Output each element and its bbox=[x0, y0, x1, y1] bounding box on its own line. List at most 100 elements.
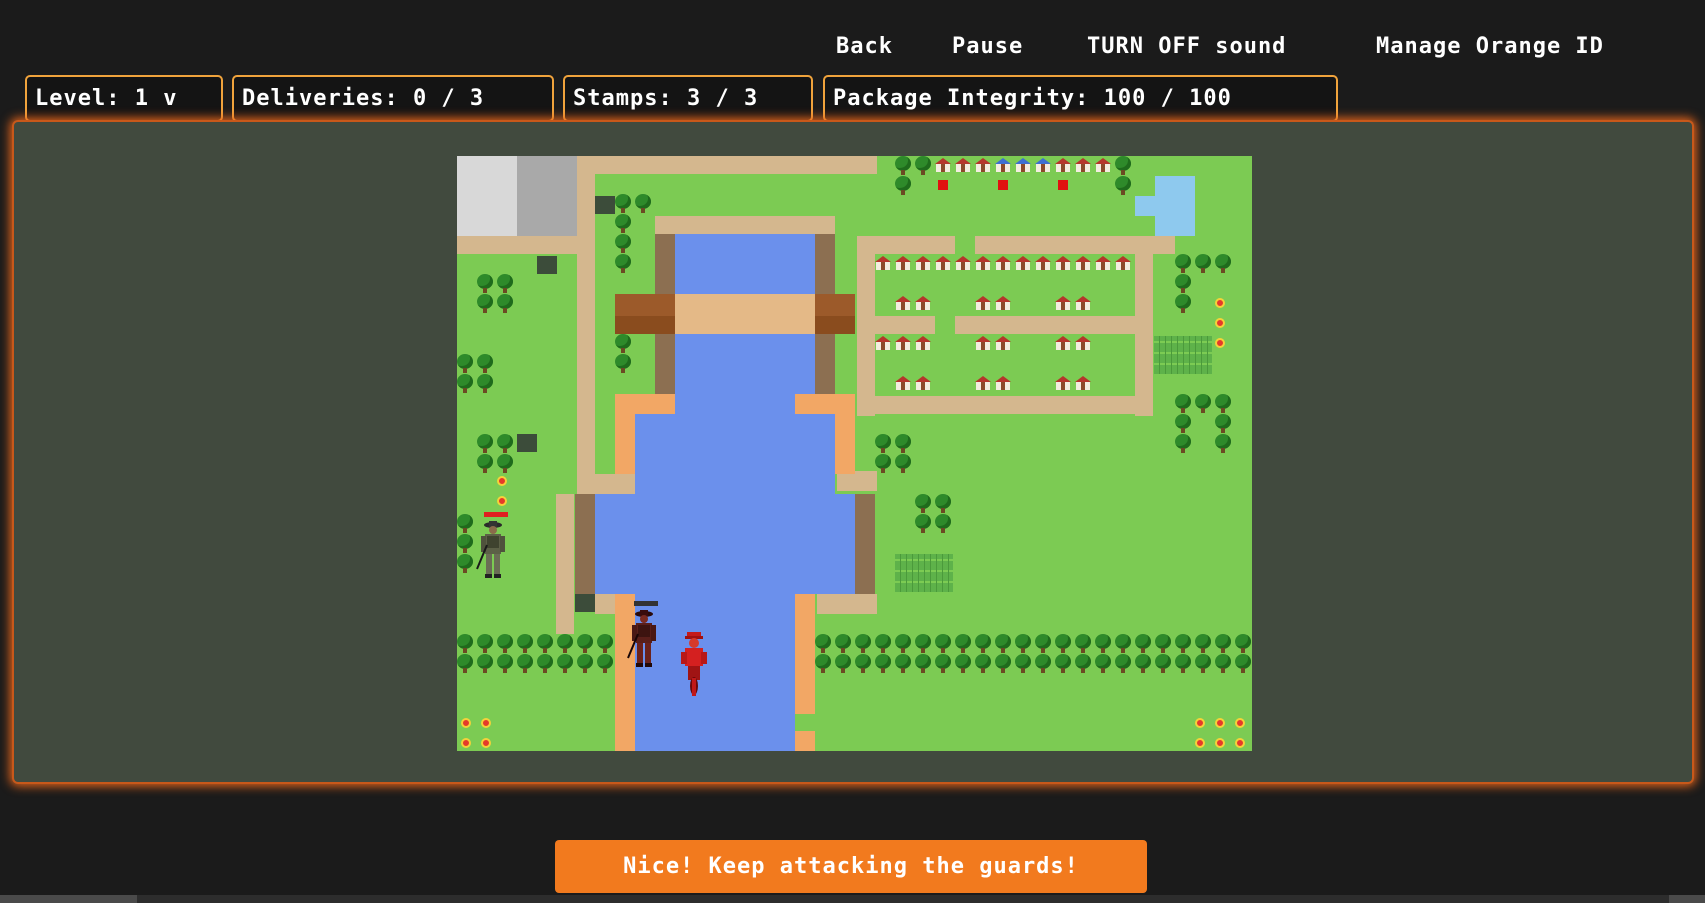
guard-soldier-river[interactable] bbox=[624, 608, 664, 670]
tree-icon bbox=[1215, 654, 1231, 674]
tree-icon bbox=[1135, 654, 1151, 674]
tree-icon bbox=[875, 634, 891, 654]
house-icon bbox=[1095, 256, 1111, 270]
deliveries-counter: Deliveries: 0 / 3 bbox=[232, 75, 554, 122]
tree-icon bbox=[1095, 654, 1111, 674]
back-button[interactable]: Back bbox=[836, 34, 893, 59]
tree-icon bbox=[835, 634, 851, 654]
tree-icon bbox=[895, 434, 911, 454]
house-icon bbox=[1095, 158, 1111, 172]
horizontal-scrollbar[interactable] bbox=[0, 895, 1705, 903]
house-icon bbox=[1075, 256, 1091, 270]
tree-icon bbox=[1095, 634, 1111, 654]
house-icon bbox=[935, 256, 951, 270]
tree-icon bbox=[1115, 654, 1131, 674]
level-selector[interactable]: Level: 1 v bbox=[25, 75, 223, 122]
stamps-counter: Stamps: 3 / 3 bbox=[563, 75, 813, 122]
scrollbar-end[interactable] bbox=[1669, 895, 1705, 903]
house-icon bbox=[1075, 158, 1091, 172]
river bbox=[595, 494, 855, 594]
tree-icon bbox=[477, 274, 493, 294]
scrollbar-thumb[interactable] bbox=[0, 895, 137, 903]
house-icon bbox=[975, 376, 991, 390]
tree-icon bbox=[1215, 634, 1231, 654]
tree-icon bbox=[935, 654, 951, 674]
tree-icon bbox=[935, 634, 951, 654]
house-icon bbox=[995, 296, 1011, 310]
tree-icon bbox=[1175, 254, 1191, 274]
tree-icon bbox=[895, 634, 911, 654]
tree-icon bbox=[1175, 394, 1191, 414]
tree-icon bbox=[457, 514, 473, 534]
tree-icon bbox=[1195, 634, 1211, 654]
tree-icon bbox=[1175, 654, 1191, 674]
guard-health-bar-empty bbox=[634, 601, 658, 606]
tree-icon bbox=[915, 634, 931, 654]
house-icon bbox=[915, 296, 931, 310]
tree-icon bbox=[1075, 654, 1091, 674]
flower-icon bbox=[1215, 338, 1225, 348]
tree-icon bbox=[497, 294, 513, 314]
pond bbox=[1155, 176, 1195, 236]
tree-icon bbox=[1055, 634, 1071, 654]
road bbox=[857, 236, 875, 416]
tree-icon bbox=[855, 654, 871, 674]
tree-icon bbox=[457, 534, 473, 554]
tree-icon bbox=[615, 254, 631, 274]
house-icon bbox=[1075, 376, 1091, 390]
tree-icon bbox=[1035, 634, 1051, 654]
river-bank bbox=[855, 494, 875, 594]
tree-icon bbox=[615, 194, 631, 214]
house-icon bbox=[1055, 296, 1071, 310]
tree-icon bbox=[1175, 274, 1191, 294]
crop-field bbox=[895, 554, 953, 592]
tree-icon bbox=[955, 634, 971, 654]
house-icon bbox=[915, 256, 931, 270]
marker-tile bbox=[517, 434, 537, 452]
delivery-target bbox=[998, 180, 1008, 190]
tree-icon bbox=[855, 634, 871, 654]
house-icon bbox=[955, 158, 971, 172]
tree-icon bbox=[477, 374, 493, 394]
marker-tile bbox=[575, 594, 595, 612]
game-map[interactable] bbox=[457, 156, 1252, 751]
tree-icon bbox=[1175, 434, 1191, 454]
tree-icon bbox=[1235, 654, 1251, 674]
tree-icon bbox=[497, 274, 513, 294]
flower-icon bbox=[481, 738, 491, 748]
crop-field bbox=[1154, 336, 1212, 374]
house-icon bbox=[955, 256, 971, 270]
tree-icon bbox=[497, 434, 513, 454]
tree-icon bbox=[577, 634, 593, 654]
house-icon bbox=[1075, 296, 1091, 310]
tree-icon bbox=[915, 156, 931, 176]
house-icon bbox=[975, 256, 991, 270]
marker-tile bbox=[595, 196, 615, 214]
player-courier-on-bike[interactable] bbox=[677, 630, 711, 700]
manage-orange-id-link[interactable]: Manage Orange ID bbox=[1376, 34, 1604, 59]
pause-button[interactable]: Pause bbox=[952, 34, 1023, 59]
guard-soldier-left[interactable] bbox=[473, 519, 513, 581]
tree-icon bbox=[477, 454, 493, 474]
flower-icon bbox=[497, 476, 507, 486]
tree-icon bbox=[995, 654, 1011, 674]
tree-icon bbox=[1175, 414, 1191, 434]
house-icon bbox=[1055, 376, 1071, 390]
tree-icon bbox=[517, 654, 533, 674]
sand-shore bbox=[795, 594, 815, 714]
tree-icon bbox=[875, 654, 891, 674]
house-icon bbox=[1015, 158, 1031, 172]
tree-icon bbox=[1135, 634, 1151, 654]
road bbox=[817, 594, 877, 614]
house-icon bbox=[975, 158, 991, 172]
tree-icon bbox=[597, 634, 613, 654]
tree-icon bbox=[497, 634, 513, 654]
house-icon bbox=[915, 376, 931, 390]
tree-icon bbox=[477, 354, 493, 374]
tree-icon bbox=[1035, 654, 1051, 674]
flower-icon bbox=[461, 738, 471, 748]
house-icon bbox=[895, 336, 911, 350]
tree-icon bbox=[1195, 394, 1211, 414]
sound-toggle-button[interactable]: TURN OFF sound bbox=[1087, 34, 1286, 59]
flower-icon bbox=[481, 718, 491, 728]
